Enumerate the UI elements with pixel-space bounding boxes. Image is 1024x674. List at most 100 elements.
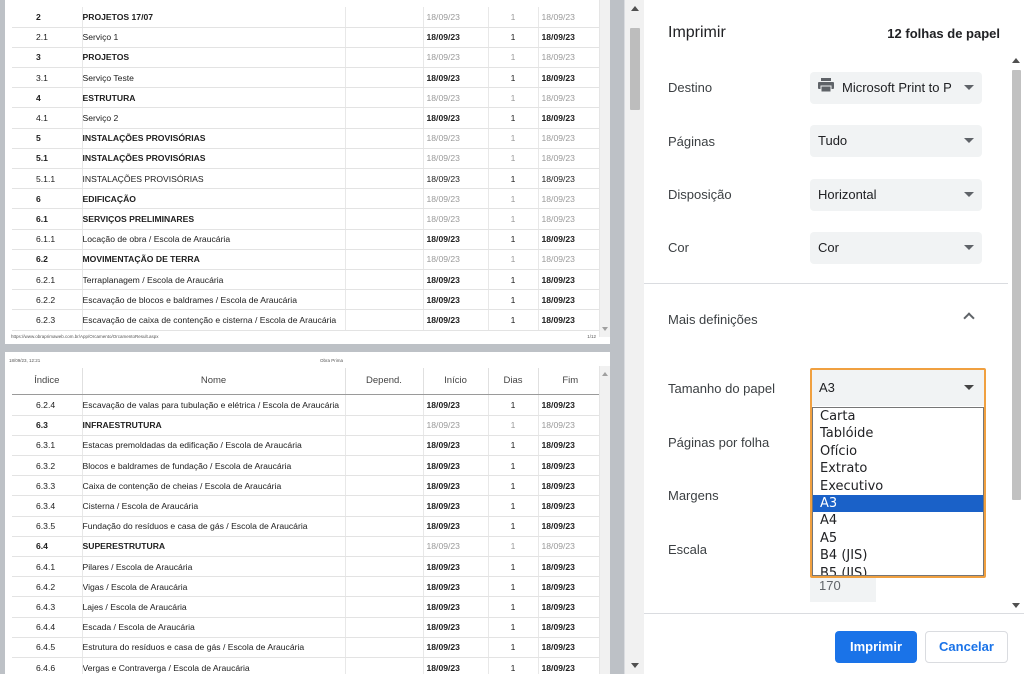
row-inicio: 18/09/23 <box>422 435 488 457</box>
row-name: INSTALAÇÕES PROVISÓRIAS <box>81 148 345 170</box>
page-2-scrollbar[interactable] <box>599 366 610 674</box>
row-inicio: 18/09/23 <box>422 47 488 69</box>
row-dias: 1 <box>487 128 538 149</box>
scroll-down-arrow-icon[interactable] <box>602 327 608 331</box>
scroll-up-arrow-icon[interactable] <box>602 372 608 376</box>
mais-definicoes-toggle[interactable]: Mais definições <box>668 312 758 327</box>
row-dias: 1 <box>487 415 538 436</box>
table-row: 6.1 SERVIÇOS PRELIMINARES 18/09/23 1 18/09/2… <box>12 208 602 230</box>
paper-size-select[interactable]: A3 Carta Tablóide Ofício Extrato Executivo A3… <box>810 368 986 578</box>
settings-scrollbar[interactable] <box>1008 56 1024 612</box>
row-depend <box>344 87 423 109</box>
chevron-down-icon <box>964 85 974 90</box>
print-preview: 2 PROJETOS 17/07 18/09/23 1 18/09/23 2.1 Servi… <box>0 0 624 674</box>
scroll-up-arrow-icon[interactable] <box>1012 58 1020 63</box>
row-name: Estrutura do resíduos e casa de gás / Es… <box>81 637 345 658</box>
row-name: Vigas / Escola de Araucária <box>81 576 345 598</box>
paper-option[interactable]: B4 (JIS) <box>813 547 983 564</box>
row-dias: 1 <box>487 435 538 457</box>
row-name: INSTALAÇÕES PROVISÓRIAS <box>81 168 345 190</box>
row-index: 4.1 <box>12 107 82 129</box>
paper-size-options: Carta Tablóide Ofício Extrato Executivo A3 A4 A… <box>812 407 984 576</box>
paper-size-value: A3 <box>819 380 835 395</box>
table-row: 6.2.2 Escavação de blocos e baldrames / E… <box>12 289 602 311</box>
row-index: 6.3.5 <box>12 516 82 537</box>
paper-option[interactable]: A5 <box>813 530 983 547</box>
row-inicio: 18/09/23 <box>422 637 488 658</box>
scroll-thumb[interactable] <box>630 28 640 110</box>
page-1-scrollbar[interactable] <box>599 0 610 337</box>
row-dias: 1 <box>487 107 538 129</box>
row-fim: 18/09/23 <box>537 657 602 674</box>
row-dias: 1 <box>487 556 538 578</box>
destino-select[interactable]: Microsoft Print to P <box>810 72 982 104</box>
page-header-title: Obra Prima <box>320 358 344 363</box>
paper-size-current[interactable]: A3 <box>812 370 984 406</box>
printer-icon <box>818 72 834 104</box>
row-fim: 18/09/23 <box>537 168 602 190</box>
row-depend <box>344 289 423 311</box>
row-fim: 18/09/23 <box>537 435 602 457</box>
row-inicio: 18/09/23 <box>422 576 488 598</box>
scroll-thumb[interactable] <box>1012 70 1021 500</box>
panel-title: Imprimir <box>668 24 726 41</box>
row-dias: 1 <box>487 617 538 638</box>
table-row: 6.2.4 Escavação de valas para tubulação e… <box>12 395 602 416</box>
col-nome: Nome <box>81 368 345 395</box>
row-index: 6.4.5 <box>12 637 82 658</box>
row-index: 2 <box>12 7 82 28</box>
paper-option[interactable]: Executivo <box>813 478 983 495</box>
disposicao-select[interactable]: Horizontal <box>810 179 982 211</box>
table-row: 6.3 INFRAESTRUTURA 18/09/23 1 18/09/23 <box>12 415 602 436</box>
print-button[interactable]: Imprimir <box>835 631 917 663</box>
row-index: 6.1 <box>12 208 82 230</box>
row-name: Lajes / Escola de Araucária <box>81 596 345 618</box>
scroll-down-arrow-icon[interactable] <box>1012 603 1020 608</box>
page-footer-number: 1/12 <box>587 334 596 339</box>
paper-option[interactable]: B5 (JIS) <box>813 565 983 575</box>
row-name: Serviço 2 <box>81 107 345 129</box>
row-fim: 18/09/23 <box>537 455 602 477</box>
destino-label: Destino <box>668 80 713 95</box>
row-name: Serviço 1 <box>81 27 345 48</box>
row-dias: 1 <box>487 289 538 311</box>
row-name: Escavação de valas para tubulação e elét… <box>81 395 345 416</box>
row-inicio: 18/09/23 <box>422 27 488 48</box>
paginas-por-folha-label: Páginas por folha <box>668 435 770 450</box>
chevron-up-icon[interactable] <box>963 312 975 324</box>
row-name: Blocos e baldrames de fundação / Escola … <box>81 455 345 477</box>
row-index: 6.2.3 <box>12 309 82 331</box>
table-row: 2 PROJETOS 17/07 18/09/23 1 18/09/23 <box>12 7 602 28</box>
table-row: 6.1.1 Locação de obra / Escola de Araucár… <box>12 229 602 250</box>
paper-option[interactable]: A4 <box>813 512 983 529</box>
row-dias: 1 <box>487 395 538 416</box>
scroll-up-arrow-icon[interactable] <box>631 6 639 11</box>
row-depend <box>344 188 423 210</box>
row-dias: 1 <box>487 208 538 230</box>
paginas-select[interactable]: Tudo <box>810 125 982 157</box>
row-inicio: 18/09/23 <box>422 596 488 618</box>
paper-option[interactable]: Extrato <box>813 460 983 477</box>
row-name: Vergas e Contraverga / Escola de Araucár… <box>81 657 345 674</box>
row-fim: 18/09/23 <box>537 475 602 497</box>
cor-select[interactable]: Cor <box>810 232 982 264</box>
scroll-down-arrow-icon[interactable] <box>631 663 639 668</box>
paper-option[interactable]: Ofício <box>813 443 983 460</box>
row-inicio: 18/09/23 <box>422 269 488 291</box>
row-name: Estacas premoldadas da edificação / Esco… <box>81 435 345 457</box>
cor-value: Cor <box>818 240 839 255</box>
row-index: 3.1 <box>12 67 82 89</box>
row-inicio: 18/09/23 <box>422 67 488 89</box>
paper-option[interactable]: Tablóide <box>813 425 983 442</box>
chevron-down-icon <box>964 138 974 143</box>
preview-scrollbar[interactable] <box>624 0 644 674</box>
paper-option[interactable]: Carta <box>813 408 983 425</box>
cancel-button[interactable]: Cancelar <box>925 631 1008 663</box>
escala-input[interactable]: 170 <box>810 574 876 602</box>
row-inicio: 18/09/23 <box>422 188 488 210</box>
paper-option[interactable]: A3 <box>813 494 983 513</box>
row-depend <box>344 229 423 250</box>
row-name: Fundação do resíduos e casa de gás / Esc… <box>81 516 345 537</box>
row-depend <box>344 495 423 517</box>
footer-divider <box>644 613 1024 614</box>
